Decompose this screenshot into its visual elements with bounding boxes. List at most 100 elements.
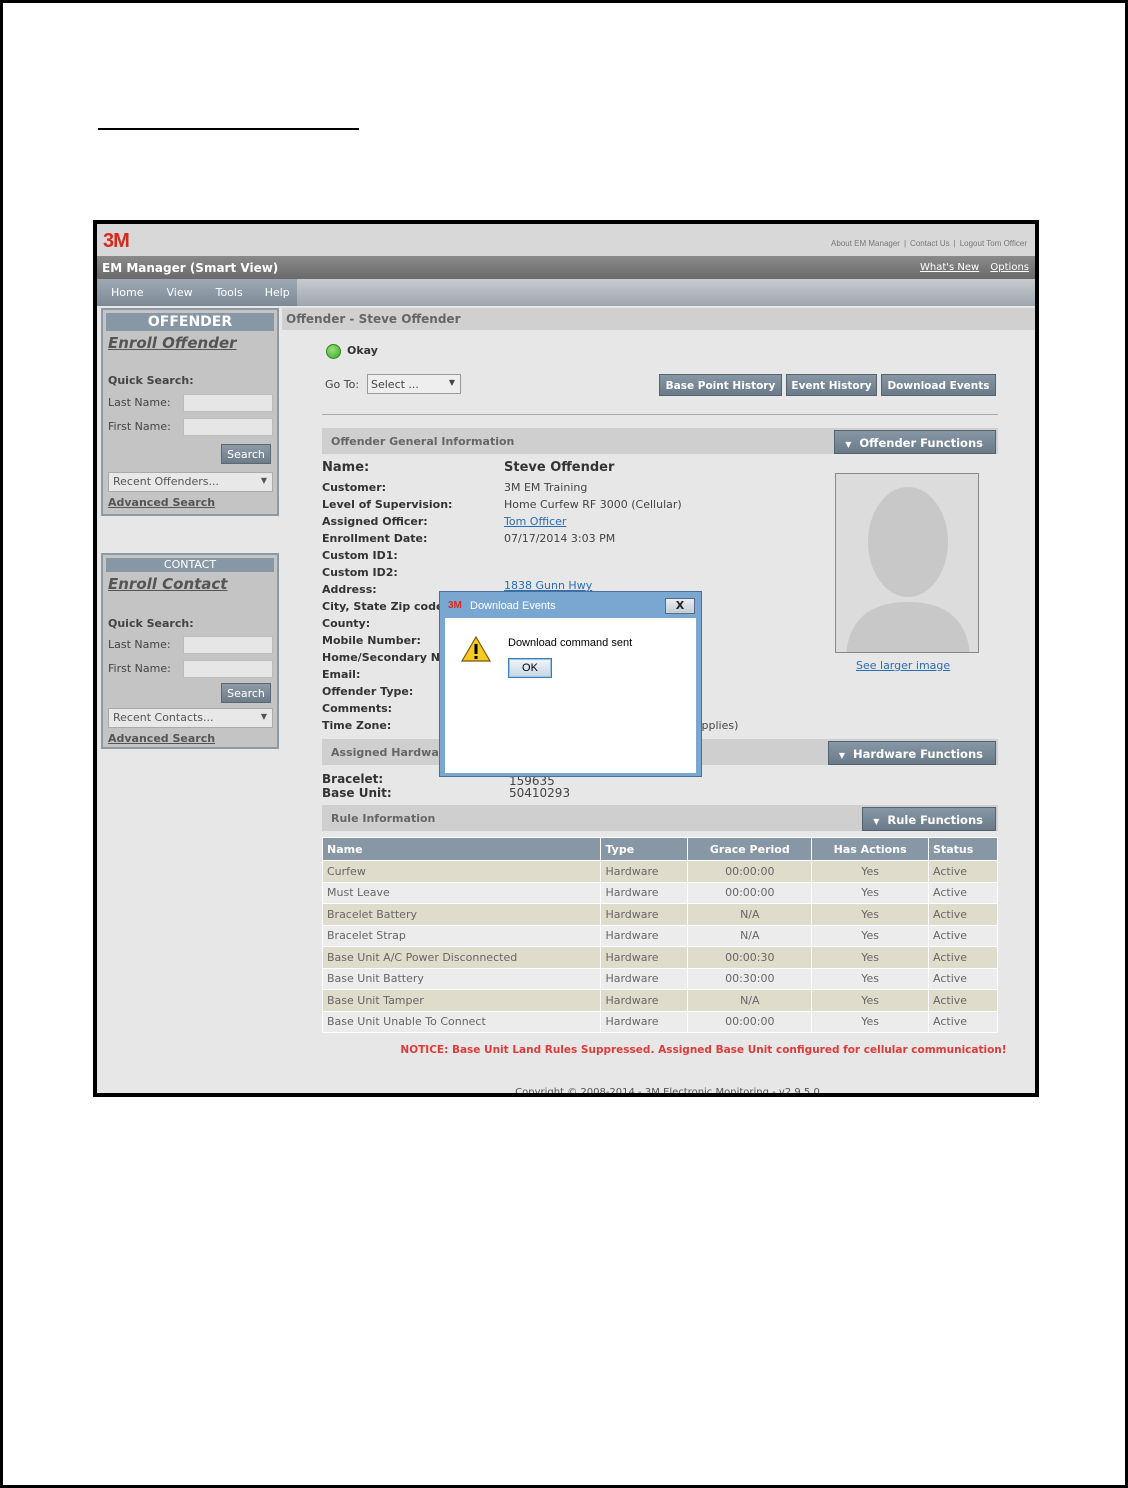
- page-title: Offender - Steve Offender: [286, 312, 461, 326]
- bracelet-label: Bracelet:: [322, 772, 384, 786]
- silhouette-icon: [836, 474, 978, 652]
- contact-advanced-search-link[interactable]: Advanced Search: [108, 732, 215, 745]
- menu-bar: Home View Tools Help: [97, 279, 1035, 306]
- name-value: Steve Offender: [504, 460, 615, 475]
- table-row[interactable]: Must Leave Hardware 00:00:00 Yes Active: [321, 881, 998, 904]
- menu-tools[interactable]: Tools: [216, 279, 243, 306]
- download-events-button[interactable]: Download Events: [881, 374, 996, 396]
- copyright-text: Copyright © 2008-2014 - 3M Electronic Mo…: [515, 1087, 820, 1097]
- contact-first-name-input[interactable]: [183, 660, 273, 678]
- menu-home[interactable]: Home: [111, 279, 143, 306]
- mobile-number-label: Mobile Number:: [322, 634, 421, 647]
- contact-last-name-input[interactable]: [183, 636, 273, 654]
- status-text: Okay: [347, 344, 378, 357]
- first-name-input[interactable]: [183, 418, 273, 436]
- rule-type: Hardware: [600, 860, 689, 883]
- ok-button[interactable]: OK: [508, 658, 552, 678]
- supervision-label: Level of Supervision:: [322, 498, 453, 511]
- offender-functions-button[interactable]: ▼ Offender Functions: [834, 430, 996, 454]
- rule-info-section: Rule Information ▼ Rule Functions: [322, 805, 998, 831]
- contact-us-link[interactable]: Contact Us: [910, 239, 950, 248]
- last-name-input[interactable]: [183, 394, 273, 412]
- rule-name: Base Unit Unable To Connect: [321, 1010, 602, 1033]
- customer-value: 3M EM Training: [504, 481, 588, 494]
- close-icon[interactable]: X: [665, 598, 695, 614]
- rule-grace: N/A: [687, 989, 813, 1012]
- table-row[interactable]: Bracelet Strap Hardware N/A Yes Active: [321, 924, 998, 947]
- table-row[interactable]: Bracelet Battery Hardware N/A Yes Active: [321, 903, 998, 926]
- rule-table: Name Type Grace Period Has Actions Statu…: [321, 837, 998, 1033]
- rule-name: Curfew: [321, 860, 602, 883]
- rule-type: Hardware: [600, 881, 689, 904]
- rule-info-title: Rule Information: [331, 812, 436, 825]
- menu-view[interactable]: View: [166, 279, 192, 306]
- officer-link[interactable]: Tom Officer: [504, 515, 566, 528]
- recent-offenders-value: Recent Offenders...: [113, 475, 219, 488]
- hardware-functions-label: Hardware Functions: [853, 747, 983, 761]
- rule-type: Hardware: [600, 989, 689, 1012]
- last-name-label: Last Name:: [108, 638, 171, 651]
- city-state-zip-label: City, State Zip code:: [322, 600, 448, 613]
- table-row[interactable]: Base Unit Unable To Connect Hardware 00:00…: [321, 1010, 998, 1033]
- menu-items: Home View Tools Help: [97, 279, 297, 306]
- download-events-dialog: 3M Download Events X Download command se…: [439, 591, 702, 777]
- name-label: Name:: [322, 460, 370, 475]
- enroll-contact-link[interactable]: Enroll Contact: [108, 575, 277, 593]
- col-type-header[interactable]: Type: [600, 837, 689, 861]
- rule-functions-button[interactable]: ▼ Rule Functions: [862, 807, 996, 831]
- app-title: EM Manager (Smart View): [102, 261, 279, 275]
- offender-search-button[interactable]: Search: [221, 444, 271, 464]
- hardware-title: Assigned Hardwa: [331, 746, 439, 759]
- enroll-offender-link[interactable]: Enroll Offender: [108, 334, 277, 352]
- col-status-header[interactable]: Status: [928, 837, 998, 861]
- table-row[interactable]: Base Unit Battery Hardware 00:30:00 Yes Acti…: [321, 967, 998, 990]
- hardware-functions-button[interactable]: ▼ Hardware Functions: [827, 741, 996, 765]
- rule-actions: Yes: [811, 1010, 930, 1033]
- rule-actions: Yes: [811, 946, 930, 969]
- rule-status: Active: [928, 924, 998, 947]
- logout-link[interactable]: Logout Tom Officer: [960, 239, 1027, 248]
- col-name-header[interactable]: Name: [321, 837, 602, 861]
- cellular-notice: NOTICE: Base Unit Land Rules Suppressed.…: [400, 1044, 1007, 1056]
- goto-select[interactable]: Select ... ▼: [367, 374, 461, 394]
- offender-type-label: Offender Type:: [322, 685, 414, 698]
- rule-grace: N/A: [687, 924, 813, 947]
- whats-new-link[interactable]: What's New: [920, 262, 979, 273]
- menu-triangle-icon: ▼: [873, 817, 880, 826]
- table-row[interactable]: Base Unit A/C Power Disconnected Hardware…: [321, 946, 998, 969]
- menu-help[interactable]: Help: [265, 279, 290, 306]
- rule-grace: 00:30:00: [687, 967, 813, 990]
- options-link[interactable]: Options: [990, 262, 1029, 273]
- address-label: Address:: [322, 583, 377, 596]
- event-history-button[interactable]: Event History: [786, 374, 877, 396]
- rule-table-header: Name Type Grace Period Has Actions Statu…: [321, 837, 998, 861]
- customer-label: Customer:: [322, 481, 387, 494]
- rule-grace: 00:00:30: [687, 946, 813, 969]
- contact-panel-header: CONTACT: [106, 558, 274, 572]
- col-grace-header[interactable]: Grace Period: [687, 837, 813, 861]
- see-larger-image-link[interactable]: See larger image: [856, 659, 950, 672]
- about-link[interactable]: About EM Manager: [831, 239, 900, 248]
- dialog-logo: 3M: [448, 600, 462, 611]
- link-separator: |: [953, 239, 956, 248]
- rule-actions: Yes: [811, 967, 930, 990]
- rule-name: Base Unit A/C Power Disconnected: [321, 946, 602, 969]
- county-label: County:: [322, 617, 371, 630]
- col-actions-header[interactable]: Has Actions: [811, 837, 930, 861]
- table-row[interactable]: Base Unit Tamper Hardware N/A Yes Active: [321, 989, 998, 1012]
- contact-search-button[interactable]: Search: [221, 683, 271, 703]
- base-point-history-button[interactable]: Base Point History: [659, 374, 782, 396]
- table-row[interactable]: Curfew Hardware 00:00:00 Yes Active: [321, 860, 998, 883]
- rule-type: Hardware: [600, 924, 689, 947]
- officer-label: Assigned Officer:: [322, 515, 428, 528]
- offender-advanced-search-link[interactable]: Advanced Search: [108, 496, 215, 509]
- recent-offenders-select[interactable]: Recent Offenders... ▼: [108, 472, 273, 492]
- offender-photo[interactable]: [835, 473, 979, 653]
- rule-functions-label: Rule Functions: [887, 813, 983, 827]
- title-links: What's New Options: [912, 262, 1029, 273]
- rule-type: Hardware: [600, 946, 689, 969]
- recent-contacts-select[interactable]: Recent Contacts... ▼: [108, 708, 273, 728]
- time-zone-label: Time Zone:: [322, 719, 392, 732]
- rule-actions: Yes: [811, 881, 930, 904]
- enrollment-date-label: Enrollment Date:: [322, 532, 428, 545]
